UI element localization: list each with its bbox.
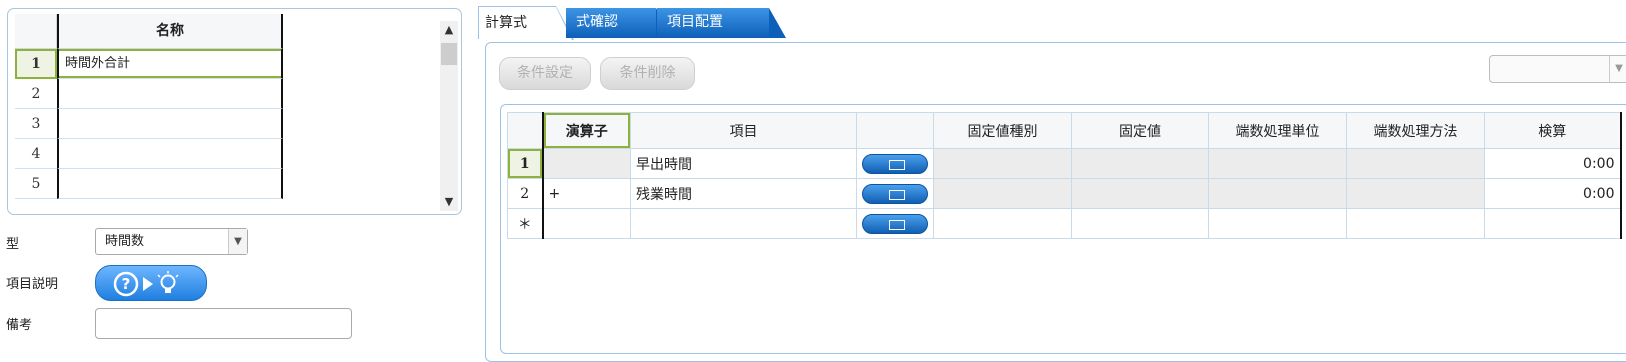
condition-delete-button[interactable]: 条件削除	[600, 57, 695, 90]
select-window-icon[interactable]	[862, 153, 928, 174]
chevron-down-icon[interactable]: ▼	[228, 229, 247, 254]
row-number[interactable]: 4	[15, 139, 57, 169]
grid-corner	[15, 14, 57, 49]
grid-corner	[507, 112, 543, 149]
options-select[interactable]: ▼	[1489, 55, 1626, 83]
tab-formula[interactable]: 計算式	[478, 6, 574, 40]
rounding-method-cell[interactable]	[1346, 208, 1485, 239]
fixed-value-column-header: 固定値	[1071, 112, 1209, 149]
rounding-unit-column-header: 端数処理単位	[1208, 112, 1347, 149]
verify-column-header: 検算	[1484, 112, 1622, 149]
item-cell[interactable]: 残業時間	[630, 178, 857, 209]
name-column-header: 名称	[57, 14, 283, 49]
table-row[interactable]: ＊	[507, 208, 1622, 239]
rounding-method-cell[interactable]	[1346, 148, 1485, 179]
tab-formula-check[interactable]: 式確認	[566, 8, 673, 38]
name-grid: 名称 1 時間外合計 2 3 4 5 ▲ ▼	[7, 8, 462, 215]
item-cell[interactable]: 早出時間	[630, 148, 857, 179]
table-row[interactable]: 1 早出時間 0:00	[507, 148, 1622, 179]
help-icon: ?	[113, 271, 179, 297]
select-window-icon[interactable]	[862, 183, 928, 204]
verify-cell	[1484, 208, 1622, 239]
operator-cell[interactable]	[541, 208, 631, 239]
new-row-marker[interactable]: ＊	[507, 208, 543, 239]
memo-input[interactable]	[95, 308, 352, 339]
fixed-type-column-header: 固定値種別	[933, 112, 1072, 149]
rounding-method-cell[interactable]	[1346, 178, 1485, 209]
operator-cell[interactable]: +	[541, 178, 631, 209]
rounding-unit-cell[interactable]	[1208, 208, 1347, 239]
type-select-value: 時間数	[105, 234, 145, 249]
row-number[interactable]: 2	[15, 79, 57, 109]
formula-grid: 演算子 項目 固定値種別 固定値 端数処理単位 端数処理方法 検算 1 早出時間…	[507, 112, 1622, 239]
description-label: 項目説明	[6, 277, 59, 292]
type-select[interactable]: 時間数 ▼	[95, 228, 248, 255]
fixed-type-cell[interactable]	[933, 208, 1072, 239]
name-cell[interactable]	[57, 109, 283, 139]
row-number[interactable]: 2	[507, 178, 543, 209]
chevron-down-icon[interactable]: ▼	[1609, 56, 1626, 82]
name-cell[interactable]	[57, 139, 283, 169]
vertical-scrollbar[interactable]: ▲ ▼	[440, 21, 458, 211]
chevron-down-icon[interactable]: ▼	[440, 193, 458, 211]
tab-item-layout[interactable]: 項目配置	[657, 8, 786, 38]
pick-cell	[856, 208, 934, 239]
operator-cell[interactable]	[541, 148, 631, 179]
row-number[interactable]: 5	[15, 169, 57, 199]
item-column-header: 項目	[630, 112, 857, 149]
select-window-icon[interactable]	[862, 213, 928, 234]
fixed-value-cell[interactable]	[1071, 208, 1209, 239]
rounding-unit-cell[interactable]	[1208, 148, 1347, 179]
name-cell[interactable]	[57, 169, 283, 199]
fixed-value-cell[interactable]	[1071, 148, 1209, 179]
tab-label: 計算式	[485, 15, 527, 31]
rounding-unit-cell[interactable]	[1208, 178, 1347, 209]
row-number[interactable]: 1	[15, 49, 57, 79]
pick-cell	[856, 148, 934, 179]
table-row[interactable]: 2 + 残業時間 0:00	[507, 178, 1622, 209]
row-number[interactable]: 1	[507, 148, 543, 179]
rounding-method-column-header: 端数処理方法	[1346, 112, 1485, 149]
pick-column-header	[856, 112, 934, 149]
tab-label: 項目配置	[667, 14, 723, 30]
name-cell[interactable]	[57, 79, 283, 109]
operator-column-header: 演算子	[541, 112, 631, 149]
memo-label: 備考	[6, 318, 33, 333]
item-cell[interactable]	[630, 208, 857, 239]
type-label: 型	[6, 237, 20, 252]
verify-cell: 0:00	[1484, 148, 1622, 179]
fixed-value-cell[interactable]	[1071, 178, 1209, 209]
scroll-thumb[interactable]	[441, 43, 457, 65]
name-cell[interactable]: 時間外合計	[57, 49, 283, 79]
fixed-type-cell[interactable]	[933, 178, 1072, 209]
help-button[interactable]: ?	[95, 265, 207, 301]
tab-edge	[769, 8, 786, 38]
fixed-type-cell[interactable]	[933, 148, 1072, 179]
condition-set-button[interactable]: 条件設定	[499, 57, 591, 90]
pick-cell	[856, 178, 934, 209]
tab-label: 式確認	[576, 14, 618, 30]
row-number[interactable]: 3	[15, 109, 57, 139]
verify-cell: 0:00	[1484, 178, 1622, 209]
chevron-up-icon[interactable]: ▲	[440, 21, 458, 39]
svg-text:?: ?	[122, 275, 131, 293]
